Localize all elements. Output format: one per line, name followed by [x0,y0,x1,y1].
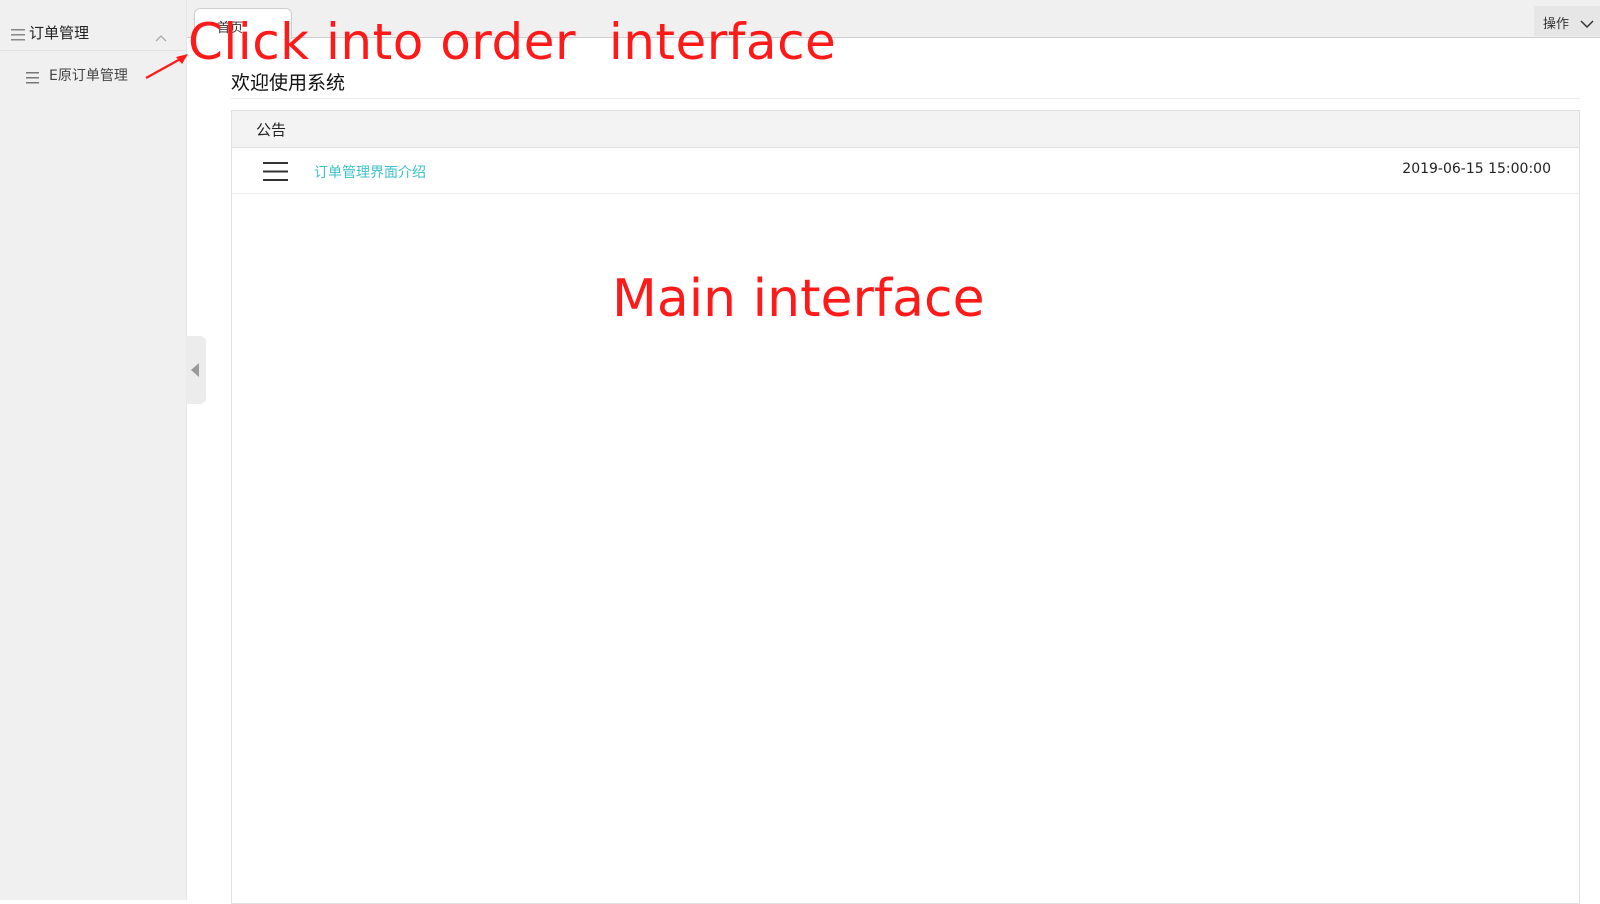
caret-left-icon [191,363,199,377]
operations-label: 操作 [1543,17,1570,32]
chevron-down-icon [1580,14,1594,33]
notice-panel-header: 公告 [232,111,1579,148]
sidebar: 订单管理 E原订单管理 [0,0,187,900]
sidebar-menu-label: 订单管理 [29,24,90,42]
list-item: 订单管理界面介绍 2019-06-15 15:00:00 [232,148,1579,194]
annotation-main-interface: Main interface [612,269,985,329]
annotation-arrow-icon [145,54,188,79]
notice-panel: 公告 订单管理界面介绍 2019-06-15 15:00:00 [231,110,1580,904]
operations-dropdown[interactable]: 操作 [1534,6,1600,36]
menu-icon [11,26,25,45]
notice-title-link[interactable]: 订单管理界面介绍 [314,162,426,182]
divider [231,98,1580,99]
notice-panel-title: 公告 [256,121,287,139]
notice-date: 2019-06-15 15:00:00 [1402,161,1551,177]
annotation-click-into-order: Click into order interface [188,13,837,71]
sidebar-menu-order-management[interactable]: 订单管理 [0,14,186,51]
list-icon [263,162,288,185]
sidebar-collapse-handle[interactable] [186,336,206,404]
menu-icon [26,69,39,88]
sidebar-item-label: E原订单管理 [49,68,128,84]
chevron-up-icon[interactable] [155,27,167,46]
